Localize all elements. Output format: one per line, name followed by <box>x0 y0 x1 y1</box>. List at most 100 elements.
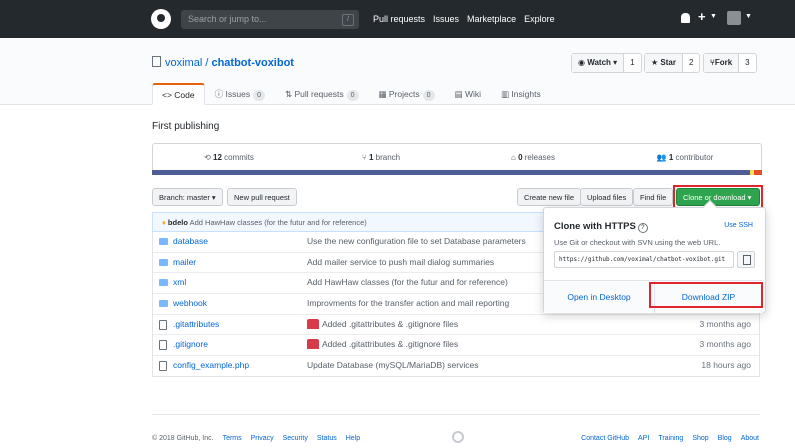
footer-left: © 2018 GitHub, Inc. Terms Privacy Securi… <box>152 435 360 442</box>
footer-link-blog[interactable]: Blog <box>718 435 732 442</box>
contributors-count: 1 <box>668 153 674 162</box>
tab-insights[interactable]: ▥ Insights <box>491 83 551 105</box>
find-file-button[interactable]: Find file <box>633 188 674 206</box>
tab-pull-requests[interactable]: ⇅ Pull requests 0 <box>275 83 369 105</box>
user-avatar[interactable] <box>727 11 741 25</box>
tab-projects[interactable]: ▦ Projects 0 <box>369 83 445 105</box>
watch-button[interactable]: ◉ Watch ▾ <box>572 54 625 72</box>
folder-icon <box>159 279 168 287</box>
file-name-link[interactable]: config_example.php <box>173 356 249 375</box>
footer-link-contact[interactable]: Contact GitHub <box>581 435 629 442</box>
fork-count[interactable]: 3 <box>739 54 755 72</box>
commits-label: commits <box>224 153 254 162</box>
file-name-link[interactable]: .gitignore <box>173 335 208 354</box>
commit-message-link[interactable]: Use the new configuration file to set Da… <box>307 232 526 251</box>
commits-link[interactable]: ⟲ 12 commits <box>153 144 305 171</box>
download-zip-highlight <box>649 282 763 308</box>
use-ssh-link[interactable]: Use SSH <box>724 222 753 229</box>
file-name-link[interactable]: database <box>173 232 208 251</box>
chevron-down-icon[interactable]: ▼ <box>745 13 752 20</box>
file-name-link[interactable]: .gitattributes <box>173 315 219 334</box>
star-button[interactable]: ★ Star <box>645 54 683 72</box>
file-name-link[interactable]: mailer <box>173 253 196 272</box>
tag-icon: ⌂ <box>511 153 519 162</box>
releases-count: 0 <box>518 153 523 162</box>
footer-copyright: © 2018 GitHub, Inc. <box>152 435 214 442</box>
tab-code[interactable]: <> Code <box>152 83 205 105</box>
tab-label: Wiki <box>464 89 482 99</box>
tab-count: 0 <box>422 90 435 101</box>
releases-link[interactable]: ⌂ 0 releases <box>457 144 609 171</box>
create-new-file-button[interactable]: Create new file <box>517 188 582 206</box>
global-header: Search or jump to... / Pull requests Iss… <box>0 0 795 38</box>
branch-link[interactable]: ⑂ 1 branch <box>305 144 457 171</box>
commit-message-link[interactable]: Add HawHaw classes (for the futur and fo… <box>307 273 508 292</box>
tab-label: Issues <box>225 89 251 99</box>
github-logo-icon[interactable] <box>151 9 171 29</box>
footer-link-terms[interactable]: Terms <box>223 435 242 442</box>
commit-message-link[interactable]: Added .gitattributes & .gitignore files <box>307 315 458 334</box>
file-name-link[interactable]: xml <box>173 273 186 292</box>
commit-message-link[interactable]: Added .gitattributes & .gitignore files <box>307 335 458 354</box>
branch-select-button[interactable]: Branch: master ▾ <box>152 188 223 206</box>
commit-author[interactable]: bdelo <box>168 218 188 227</box>
new-pull-request-button[interactable]: New pull request <box>227 188 297 206</box>
footer-link-security[interactable]: Security <box>283 435 308 442</box>
upload-files-button[interactable]: Upload files <box>580 188 634 206</box>
fork-label: Fork <box>714 58 733 67</box>
commit-message-link[interactable]: Improvments for the transfer action and … <box>307 294 509 313</box>
commit-age: 18 hours ago <box>701 360 751 371</box>
language-bar[interactable] <box>152 170 762 175</box>
footer-link-privacy[interactable]: Privacy <box>251 435 274 442</box>
notifications-bell-icon[interactable] <box>681 13 690 23</box>
code-icon: <> <box>162 90 175 100</box>
watch-button-group: ◉ Watch ▾ 1 <box>571 53 642 73</box>
clone-url-input[interactable]: https://github.com/voximal/chatbot-voxib… <box>554 251 734 268</box>
numbers-summary: ⟲ 12 commits ⑂ 1 branch ⌂ 0 releases 👥 1… <box>152 143 762 171</box>
language-segment-php[interactable] <box>152 170 750 175</box>
commit-message-text: Added .gitattributes & .gitignore files <box>322 318 459 329</box>
tab-wiki[interactable]: ▤ Wiki <box>445 83 491 105</box>
clipboard-copy-icon[interactable] <box>737 251 755 268</box>
header-nav: Pull requests Issues Marketplace Explore <box>373 0 555 38</box>
clone-title-text: Clone with HTTPS <box>554 221 636 232</box>
nav-pull-requests[interactable]: Pull requests <box>373 14 425 24</box>
fork-button[interactable]: ⑂Fork <box>704 54 740 72</box>
star-count[interactable]: 2 <box>683 54 699 72</box>
watch-count[interactable]: 1 <box>624 54 640 72</box>
nav-explore[interactable]: Explore <box>524 14 555 24</box>
folder-icon <box>159 258 168 266</box>
file-name-link[interactable]: webhook <box>173 294 207 313</box>
commit-message-link[interactable]: Update Database (mySQL/MariaDB) services <box>307 356 478 375</box>
github-footer-logo-icon[interactable] <box>452 431 464 443</box>
tab-issues[interactable]: ⓘ Issues 0 <box>205 83 275 105</box>
repo-owner-link[interactable]: voximal <box>165 57 202 69</box>
footer-link-about[interactable]: About <box>741 435 759 442</box>
people-icon: 👥 <box>656 153 669 162</box>
footer-link-training[interactable]: Training <box>658 435 683 442</box>
releases-label: releases <box>524 153 555 162</box>
search-input[interactable]: Search or jump to... / <box>181 10 359 29</box>
footer-link-shop[interactable]: Shop <box>692 435 708 442</box>
repo-name-link[interactable]: chatbot-voxibot <box>211 57 294 69</box>
commit-message[interactable]: Add HawHaw classes (for the futur and fo… <box>190 218 367 227</box>
footer-link-status[interactable]: Status <box>317 435 337 442</box>
commits-count: 12 <box>213 153 222 162</box>
contributors-link[interactable]: 👥 1 contributor <box>609 144 761 171</box>
nav-marketplace[interactable]: Marketplace <box>467 14 516 24</box>
clone-button-highlight <box>673 185 763 209</box>
chevron-down-icon[interactable]: ▼ <box>710 13 717 20</box>
commit-message-link[interactable]: Add mailer service to push mail dialog s… <box>307 253 494 272</box>
footer-link-api[interactable]: API <box>638 435 649 442</box>
tab-label: Insights <box>511 89 541 99</box>
open-in-desktop-button[interactable]: Open in Desktop <box>544 281 655 313</box>
commit-age: 3 months ago <box>699 339 751 350</box>
table-row: .gitattributes Added .gitattributes & .g… <box>153 313 759 335</box>
search-placeholder: Search or jump to... <box>188 14 267 24</box>
clone-description: Use Git or checkout with SVN using the w… <box>554 238 721 247</box>
language-segment-html[interactable] <box>754 170 762 175</box>
footer-link-help[interactable]: Help <box>346 435 360 442</box>
help-icon[interactable]: ? <box>637 223 648 233</box>
create-new-plus-icon[interactable]: + <box>698 9 706 24</box>
nav-issues[interactable]: Issues <box>433 14 459 24</box>
